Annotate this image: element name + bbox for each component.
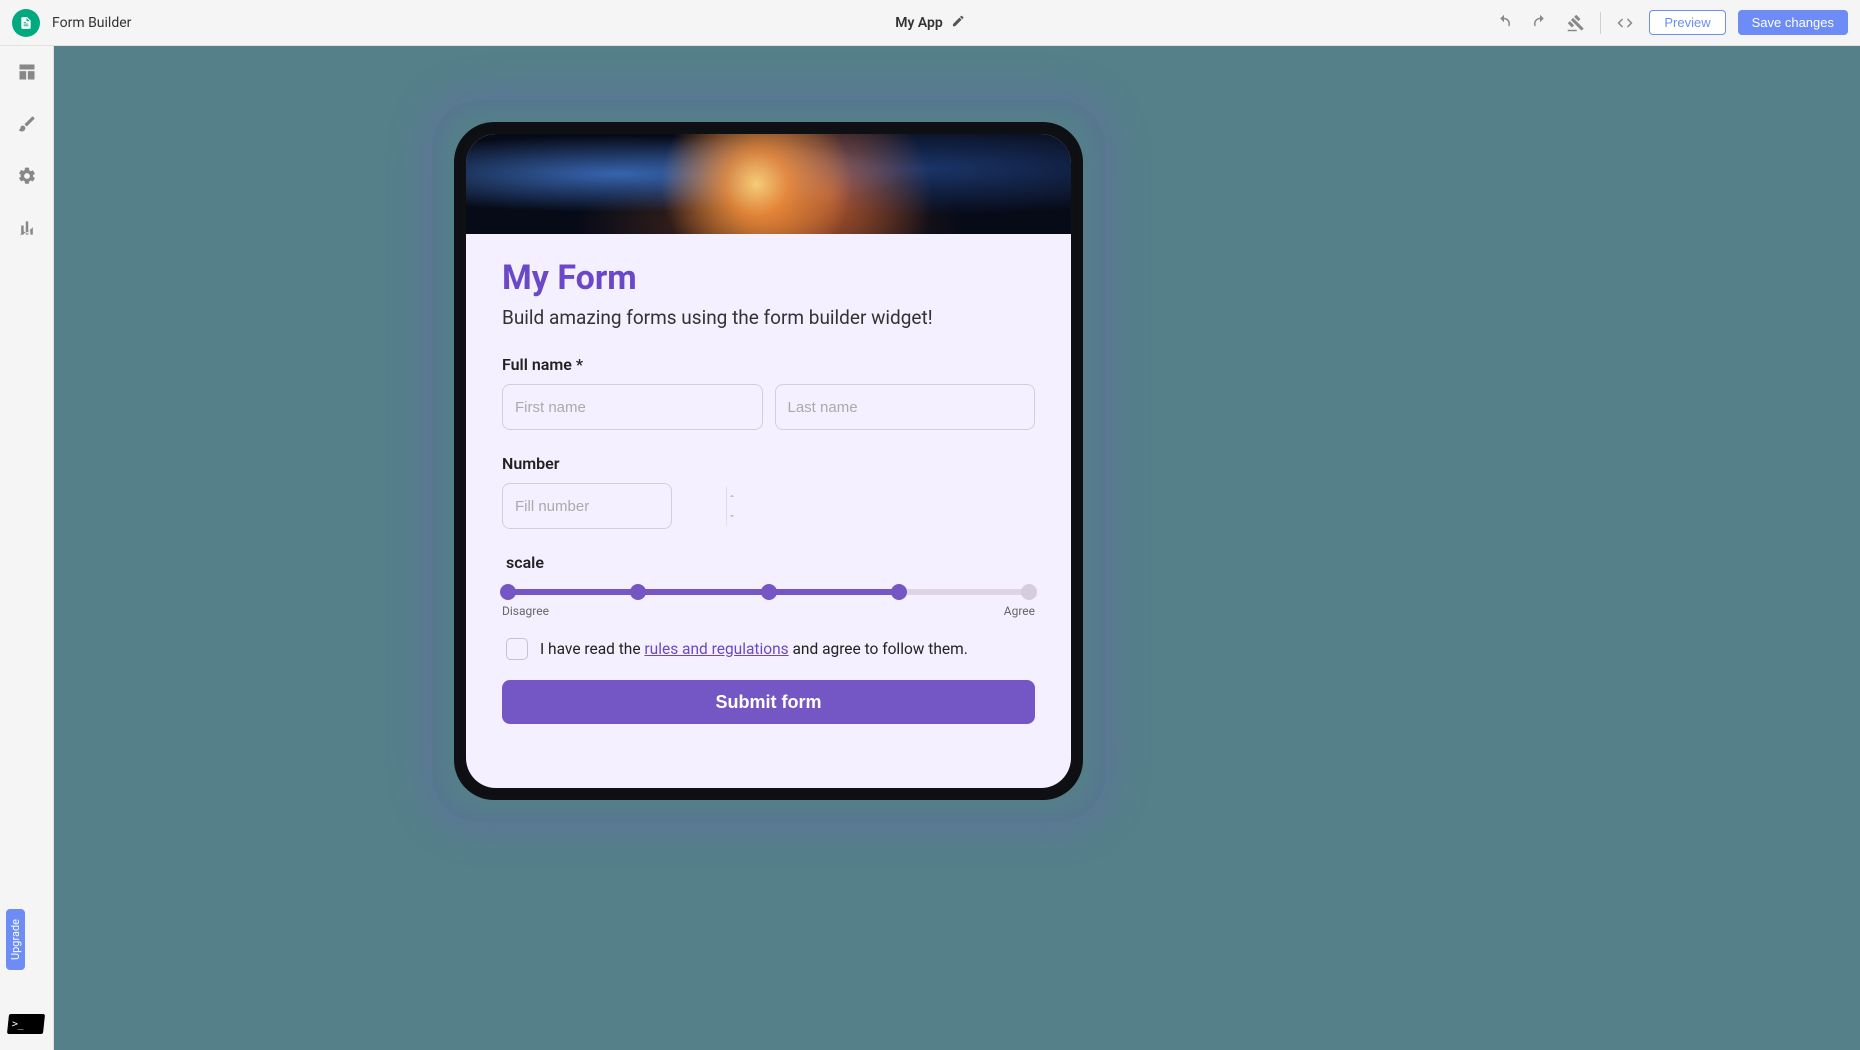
preview-button[interactable]: Preview [1649,10,1725,35]
sidebar-item-analytics[interactable] [13,214,41,242]
scale-dot-3[interactable] [761,584,777,600]
submit-button[interactable]: Submit form [502,680,1035,724]
sidebar-item-layout[interactable] [13,58,41,86]
upgrade-button[interactable]: Upgrade [6,909,25,970]
save-changes-button[interactable]: Save changes [1738,10,1848,35]
scale-dot-1[interactable] [500,584,516,600]
form-hero-image [466,134,1071,234]
sidebar-item-settings[interactable] [13,162,41,190]
code-icon[interactable] [1613,11,1637,35]
sidebar: Upgrade [0,46,54,1050]
scale-dot-4[interactable] [891,584,907,600]
form-body: My Form Build amazing forms using the fo… [466,234,1071,788]
device-frame: My Form Build amazing forms using the fo… [454,122,1083,800]
consent-text: I have read the rules and regulations an… [540,640,968,658]
app-title: My App [895,15,943,31]
form-subtitle: Build amazing forms using the form build… [502,306,1035,329]
scale-slider[interactable] [508,586,1029,598]
scale-dot-2[interactable] [630,584,646,600]
fullname-label: Full name * [502,355,1035,374]
sidebar-item-brush[interactable] [13,110,41,138]
last-name-input[interactable] [775,384,1036,430]
redo-icon[interactable] [1528,11,1552,35]
canvas[interactable]: My Form Build amazing forms using the fo… [54,46,1860,1050]
scale-dot-5[interactable] [1021,584,1037,600]
header-actions: Preview Save changes [1492,10,1848,35]
first-name-input[interactable] [502,384,763,430]
scale-label: scale [502,553,1035,572]
number-step-up[interactable] [727,486,737,506]
scale-max-label: Agree [1004,604,1035,618]
consent-checkbox[interactable] [506,638,528,660]
undo-icon[interactable] [1492,11,1516,35]
number-label: Number [502,454,1035,473]
gavel-icon[interactable] [1564,11,1588,35]
scale-min-label: Disagree [502,604,549,618]
number-input[interactable] [503,498,726,515]
consent-link[interactable]: rules and regulations [644,640,788,658]
header-divider [1600,12,1601,34]
app-title-container[interactable]: My App [895,14,965,32]
edit-icon[interactable] [951,14,965,32]
terminal-icon[interactable] [7,1014,45,1034]
brand-icon [12,9,40,37]
form-title: My Form [502,258,1035,298]
app-header: Form Builder My App Preview Save changes [0,0,1860,46]
brand-title: Form Builder [52,15,131,31]
number-step-down[interactable] [727,506,737,526]
